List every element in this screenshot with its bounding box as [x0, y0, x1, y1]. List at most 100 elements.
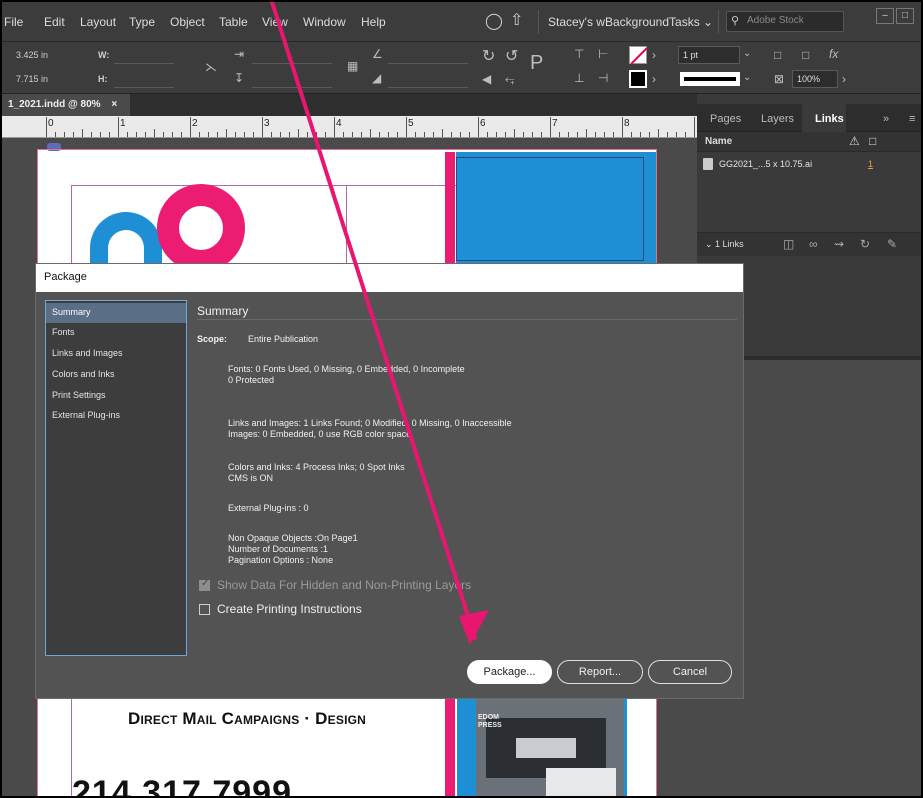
rotate-icon[interactable]: ∠ [372, 47, 383, 61]
tab-links[interactable]: Links [815, 113, 844, 125]
menu-file[interactable]: File [4, 15, 23, 29]
align-top-icon[interactable]: ⊤ [574, 47, 584, 61]
scale-x-field[interactable] [252, 46, 332, 64]
stroke-dropdown-icon[interactable]: › [652, 72, 656, 86]
menu-table[interactable]: Table [219, 15, 248, 29]
menu-view[interactable]: View [262, 15, 288, 29]
rotate-cw-icon[interactable]: ↻ [482, 46, 495, 66]
cancel-button[interactable]: Cancel [648, 660, 732, 684]
fill-dropdown-icon[interactable]: › [652, 48, 656, 62]
go-to-link-icon[interactable]: ⇝ [834, 237, 844, 251]
rotate-ccw-icon[interactable]: ↺ [505, 46, 518, 66]
menu-object[interactable]: Object [170, 15, 205, 29]
relink-icon[interactable]: ◫ [783, 237, 794, 251]
constrain-proportions-icon[interactable]: ⋋ [205, 60, 217, 74]
nav-item-links-and-images[interactable]: Links and Images [46, 344, 186, 364]
horizontal-ruler[interactable]: 0 1 2 3 4 5 6 7 8 [2, 116, 697, 138]
frame-fit-icon[interactable]: □ [774, 48, 781, 62]
show-hidden-layers-checkbox[interactable] [199, 578, 210, 591]
y-field[interactable]: 7.715 in [16, 74, 48, 84]
press-photo[interactable]: EDOM PRESS [476, 698, 624, 796]
scale-x-icon[interactable]: ⇥ [234, 47, 244, 61]
phone-number: 214.317.7999 [72, 774, 292, 796]
menu-type[interactable]: Type [129, 15, 155, 29]
ruler-tick [694, 117, 695, 137]
chevron-down-icon[interactable]: ⌄ [743, 48, 751, 59]
report-button[interactable]: Report... [557, 660, 643, 684]
lightbulb-icon[interactable]: ◯ [485, 11, 503, 31]
close-icon[interactable]: × [111, 99, 117, 110]
shear-icon[interactable]: ◢ [372, 71, 381, 85]
opacity-field[interactable]: 100% [792, 70, 838, 88]
edit-original-icon[interactable]: ✎ [887, 237, 897, 251]
align-center-icon[interactable]: ⊥ [574, 71, 584, 85]
flip-h-icon[interactable]: ◀ [482, 72, 491, 86]
ruler-tick [559, 132, 560, 137]
drop-shadow-icon[interactable]: □ [802, 48, 809, 62]
column-guide [346, 185, 347, 265]
share-icon[interactable]: ⇧ [510, 10, 523, 30]
x-field[interactable]: 3.425 in [16, 50, 48, 60]
ruler-tick [667, 132, 668, 137]
page-column-icon[interactable]: □ [869, 134, 876, 148]
stroke-black-swatch[interactable] [629, 70, 647, 88]
nonopaque-summary-line: Pagination Options : None [228, 555, 334, 565]
paragraph-p-icon[interactable]: P [530, 52, 543, 75]
scale-y-icon[interactable]: ↧ [234, 71, 244, 85]
nav-item-external-plugins[interactable]: External Plug-ins [46, 406, 186, 426]
package-button[interactable]: Package... [467, 660, 552, 684]
ruler-tick [478, 117, 479, 137]
ruler-tick [73, 132, 74, 137]
tab-layers[interactable]: Layers [761, 113, 794, 125]
ruler-tick [361, 132, 362, 137]
width-field[interactable] [114, 46, 174, 64]
scope-label: Scope: [197, 334, 228, 344]
link-row[interactable]: GG2021_...5 x 10.75.ai 1 [697, 156, 921, 174]
nav-item-print-settings[interactable]: Print Settings [46, 386, 186, 406]
workspace-switcher[interactable]: Stacey's wBackgroundTasks ⌄ [548, 15, 713, 29]
create-instructions-label: Create Printing Instructions [217, 602, 362, 616]
ruler-tick [154, 129, 155, 137]
menu-help[interactable]: Help [361, 15, 386, 29]
link-chain-icon[interactable]: ∞ [809, 237, 818, 251]
flip-v-icon[interactable]: ⥆ [505, 72, 515, 87]
warning-icon[interactable]: ⚠ [849, 134, 860, 148]
ruler-tick [343, 132, 344, 137]
rotation-field[interactable] [388, 46, 468, 64]
link-page-number[interactable]: 1 [868, 159, 873, 169]
scale-y-field[interactable] [252, 70, 332, 88]
update-link-icon[interactable]: ↻ [860, 237, 870, 251]
reference-point-icon[interactable]: ▦ [347, 59, 358, 73]
nav-item-fonts[interactable]: Fonts [46, 323, 186, 343]
ruler-tick [613, 132, 614, 137]
distribute-h-icon[interactable]: ⊣ [598, 71, 608, 85]
tab-pages[interactable]: Pages [710, 113, 741, 125]
name-column-header[interactable]: Name [705, 136, 732, 147]
stroke-weight-field[interactable]: 1 pt [678, 46, 740, 64]
ruler-tick [118, 117, 119, 137]
create-instructions-checkbox[interactable] [199, 603, 210, 615]
collapse-panel-icon[interactable]: » [883, 113, 889, 125]
shear-field[interactable] [388, 70, 468, 88]
distribute-icon[interactable]: ⊢ [598, 47, 608, 61]
effects-fx-icon[interactable]: fx [829, 47, 838, 61]
menu-window[interactable]: Window [303, 15, 346, 29]
fill-none-swatch[interactable] [629, 46, 647, 64]
pink-bar[interactable] [445, 152, 455, 264]
menu-layout[interactable]: Layout [80, 15, 116, 29]
stroke-type-swatch[interactable] [680, 72, 740, 86]
height-field[interactable] [114, 70, 174, 88]
dialog-titlebar[interactable]: Package [36, 264, 743, 292]
chevron-down-icon[interactable]: ⌄ [743, 72, 751, 83]
nav-item-colors-and-inks[interactable]: Colors and Inks [46, 365, 186, 385]
stock-search-input[interactable]: ⚲ Adobe Stock [726, 11, 844, 32]
menu-edit[interactable]: Edit [44, 15, 65, 29]
app-window: File Edit Layout Type Object Table View … [0, 0, 923, 798]
nav-item-summary[interactable]: Summary [46, 303, 186, 323]
maximize-icon[interactable]: □ [896, 8, 914, 24]
opacity-dropdown-icon[interactable]: › [842, 72, 846, 86]
document-tab[interactable]: 1_2021.indd @ 80% × [2, 94, 130, 116]
links-count[interactable]: ⌄ 1 Links [705, 239, 744, 250]
minimize-icon[interactable]: – [876, 8, 894, 24]
panel-menu-icon[interactable]: ≡ [909, 113, 915, 125]
